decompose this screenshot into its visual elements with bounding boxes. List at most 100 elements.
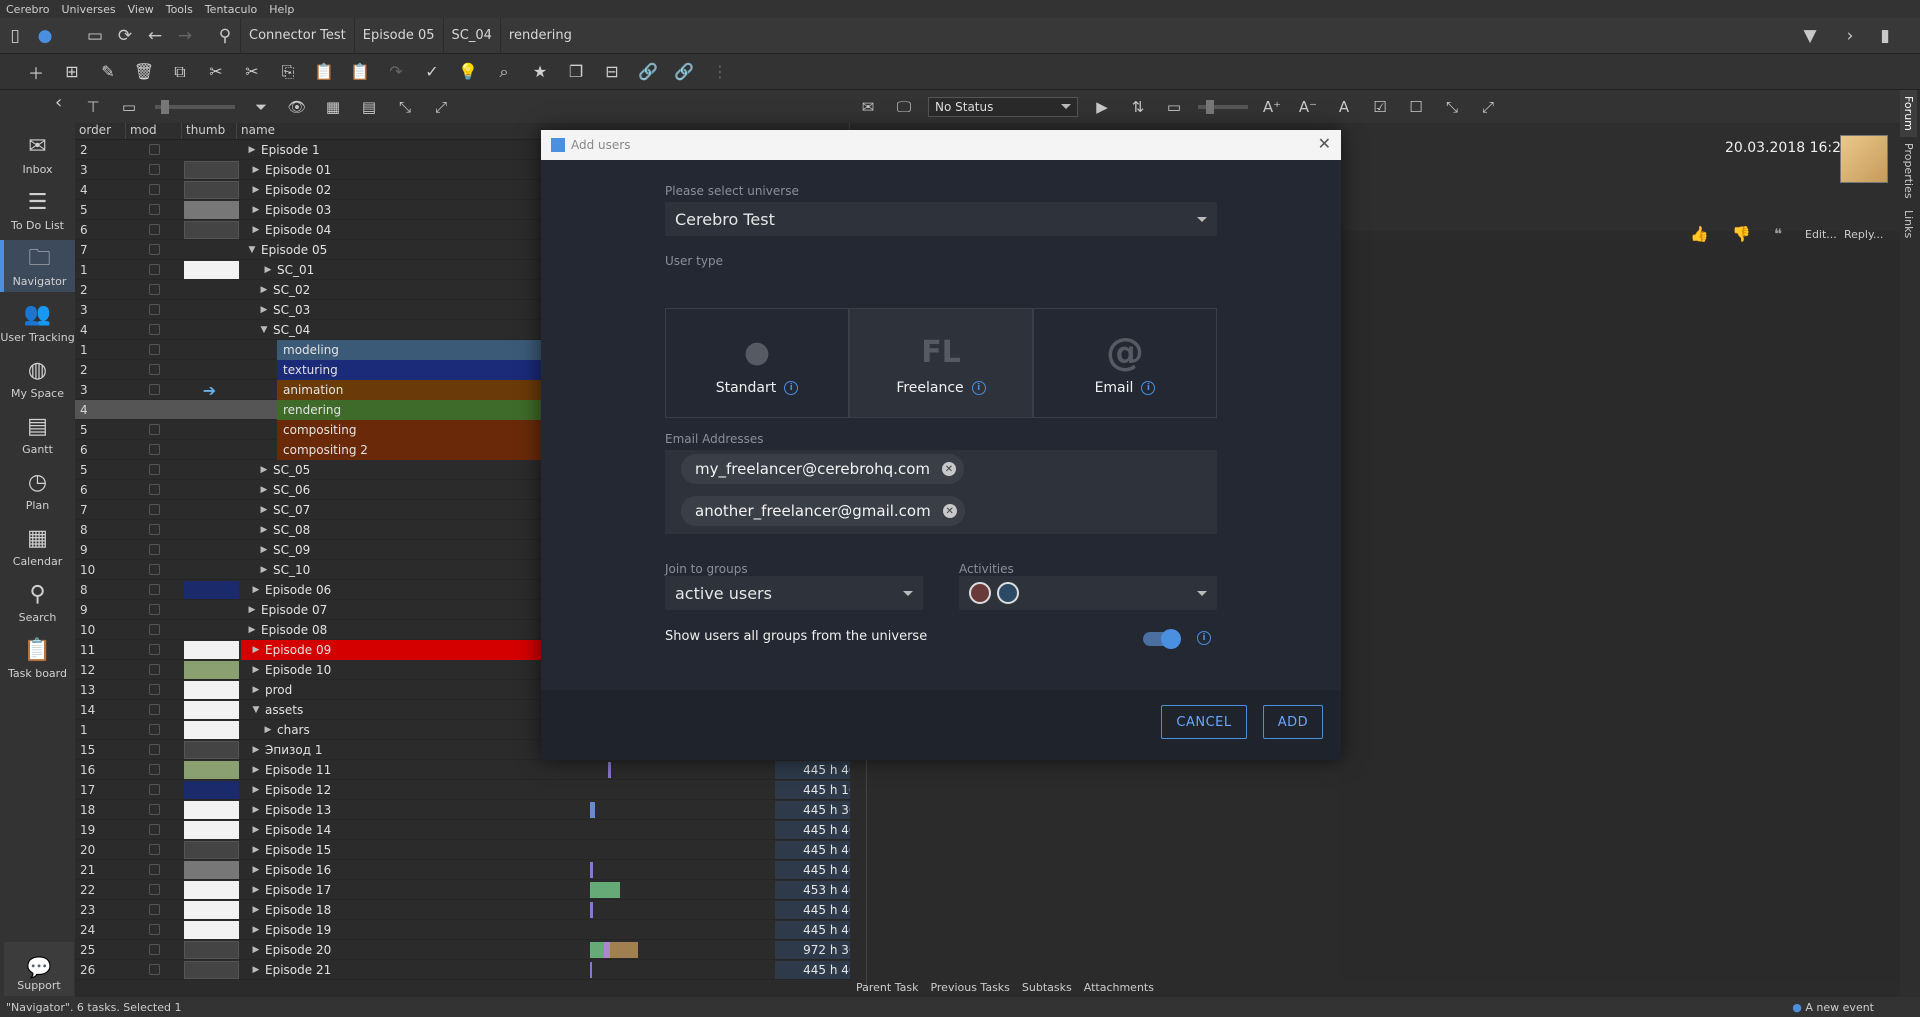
row-name[interactable]: ▶ Episode 12	[241, 780, 850, 800]
row-name[interactable]: ▶ Episode 16	[241, 860, 850, 880]
sidebar-item-todo[interactable]: ☰ To Do List	[0, 184, 75, 236]
caret-right-icon[interactable]: ▶	[249, 185, 263, 195]
table-row[interactable]: 25 ▶ Episode 20	[75, 940, 850, 960]
collapse-icon[interactable]: ‹	[55, 92, 62, 113]
row-mod[interactable]	[126, 444, 182, 455]
row-mod[interactable]	[126, 704, 182, 715]
caret-right-icon[interactable]: ▶	[257, 545, 271, 555]
column-thumb[interactable]: thumb	[182, 123, 237, 139]
support-button[interactable]: 💬 Support	[4, 942, 74, 996]
row-mod[interactable]	[126, 644, 182, 655]
row-mod[interactable]	[126, 484, 182, 495]
caret-right-icon[interactable]: ▶	[249, 645, 263, 655]
sidebar-item-task-board[interactable]: 📋 Task board	[0, 632, 75, 684]
mod-checkbox[interactable]	[148, 544, 160, 555]
table-row[interactable]: 20 ▶ Episode 15	[75, 840, 850, 860]
groups-select[interactable]: active users	[665, 576, 923, 610]
row-name[interactable]: ▶ Episode 14	[241, 820, 850, 840]
caret-right-icon[interactable]: ▶	[245, 145, 259, 155]
dropdown-icon[interactable]: ▼	[1790, 21, 1830, 51]
mod-checkbox[interactable]	[148, 164, 160, 175]
mod-checkbox[interactable]	[148, 684, 160, 695]
sort-icon[interactable]: ⇅	[1120, 92, 1156, 122]
filter-icon[interactable]: ⏷	[243, 92, 279, 122]
caret-right-icon[interactable]: ▶	[249, 745, 263, 755]
row-mod[interactable]	[126, 344, 182, 355]
row-mod[interactable]	[126, 964, 182, 975]
caret-right-icon[interactable]: ▶	[245, 605, 259, 615]
menu-tools[interactable]: Tools	[160, 3, 199, 16]
paste-icon[interactable]: 📋	[306, 57, 342, 87]
mod-checkbox[interactable]	[148, 804, 160, 815]
caret-right-icon[interactable]: ▶	[257, 465, 271, 475]
chevron-right-icon[interactable]: ›	[1830, 21, 1870, 51]
forward-icon[interactable]: →	[170, 21, 200, 51]
mod-checkbox[interactable]	[148, 924, 160, 935]
mod-checkbox[interactable]	[148, 664, 160, 675]
breadcrumb-item[interactable]: SC_04	[442, 17, 500, 54]
new-event[interactable]: ● A new event	[1792, 1001, 1874, 1014]
show-groups-toggle[interactable]	[1143, 629, 1181, 649]
row-mod[interactable]	[126, 944, 182, 955]
row-mod[interactable]	[126, 204, 182, 215]
caret-right-icon[interactable]: ▶	[257, 485, 271, 495]
table-row[interactable]: 17 ▶ Episode 12	[75, 780, 850, 800]
thumb-up-icon[interactable]: 👍	[1690, 225, 1709, 243]
menu-tentaculo[interactable]: Tentaculo	[199, 3, 263, 16]
hierarchy-icon[interactable]: ⊤	[75, 92, 111, 122]
mail-icon[interactable]: ✉	[850, 92, 886, 122]
panel-icon[interactable]: ▯	[0, 21, 30, 51]
table-row[interactable]: 24 ▶ Episode 19	[75, 920, 850, 940]
row-mod[interactable]	[126, 664, 182, 675]
row-name[interactable]: ▶ Episode 15	[241, 840, 850, 860]
row-mod[interactable]	[126, 384, 182, 395]
remove-icon[interactable]: ✕	[941, 462, 956, 476]
bulb-icon[interactable]: ●	[30, 21, 60, 51]
caret-right-icon[interactable]: ▶	[249, 885, 263, 895]
mod-checkbox[interactable]	[148, 244, 160, 255]
row-mod[interactable]	[126, 744, 182, 755]
mod-checkbox[interactable]	[148, 704, 160, 715]
user-type-freelance[interactable]: FL Freelance i	[849, 308, 1033, 418]
mod-checkbox[interactable]	[148, 744, 160, 755]
caret-right-icon[interactable]: ▶	[249, 825, 263, 835]
tab-previous-tasks[interactable]: Previous Tasks	[924, 981, 1015, 994]
mod-checkbox[interactable]	[148, 964, 160, 975]
info-icon[interactable]: i	[1197, 631, 1211, 645]
refresh-icon[interactable]: ⟳	[110, 21, 140, 51]
caret-right-icon[interactable]: ▶	[261, 725, 275, 735]
mod-checkbox[interactable]	[148, 464, 160, 475]
collapse-all-icon[interactable]: ⤡	[1434, 92, 1470, 122]
caret-right-icon[interactable]: ▶	[257, 305, 271, 315]
paste-special-icon[interactable]: 📋	[342, 57, 378, 87]
row-name[interactable]: ▶ Episode 18	[241, 900, 850, 920]
sidebar-item-inbox[interactable]: ✉ Inbox	[0, 128, 75, 180]
row-mod[interactable]	[126, 904, 182, 915]
reply-quote-icon[interactable]: ❝	[1774, 225, 1782, 243]
split-icon[interactable]: ⊟	[594, 57, 630, 87]
mod-checkbox[interactable]	[148, 784, 160, 795]
caret-right-icon[interactable]: ▶	[249, 225, 263, 235]
table-row[interactable]: 16 ▶ Episode 11	[75, 760, 850, 780]
mod-checkbox[interactable]	[148, 424, 160, 435]
row-mod[interactable]	[126, 264, 182, 275]
thumb-size-slider[interactable]	[155, 99, 235, 114]
mod-checkbox[interactable]	[148, 324, 160, 335]
tab-properties[interactable]: Properties	[1900, 137, 1917, 205]
row-mod[interactable]	[126, 244, 182, 255]
table-row[interactable]: 26 ▶ Episode 21	[75, 960, 850, 980]
tab-forum[interactable]: Forum	[1900, 90, 1917, 137]
mod-checkbox[interactable]	[148, 224, 160, 235]
mod-checkbox[interactable]	[148, 364, 160, 375]
caret-right-icon[interactable]: ▶	[249, 765, 263, 775]
mod-checkbox[interactable]	[148, 824, 160, 835]
caret-right-icon[interactable]: ▶	[257, 505, 271, 515]
more-icon[interactable]: ⋮	[702, 57, 738, 87]
add-icon[interactable]: ＋	[18, 57, 54, 87]
caret-right-icon[interactable]: ▶	[249, 665, 263, 675]
mod-checkbox[interactable]	[148, 884, 160, 895]
column-mod[interactable]: mod	[126, 123, 182, 139]
expand-all-icon[interactable]: ⤢	[423, 92, 459, 122]
row-mod[interactable]	[126, 824, 182, 835]
mod-checkbox[interactable]	[148, 144, 160, 155]
